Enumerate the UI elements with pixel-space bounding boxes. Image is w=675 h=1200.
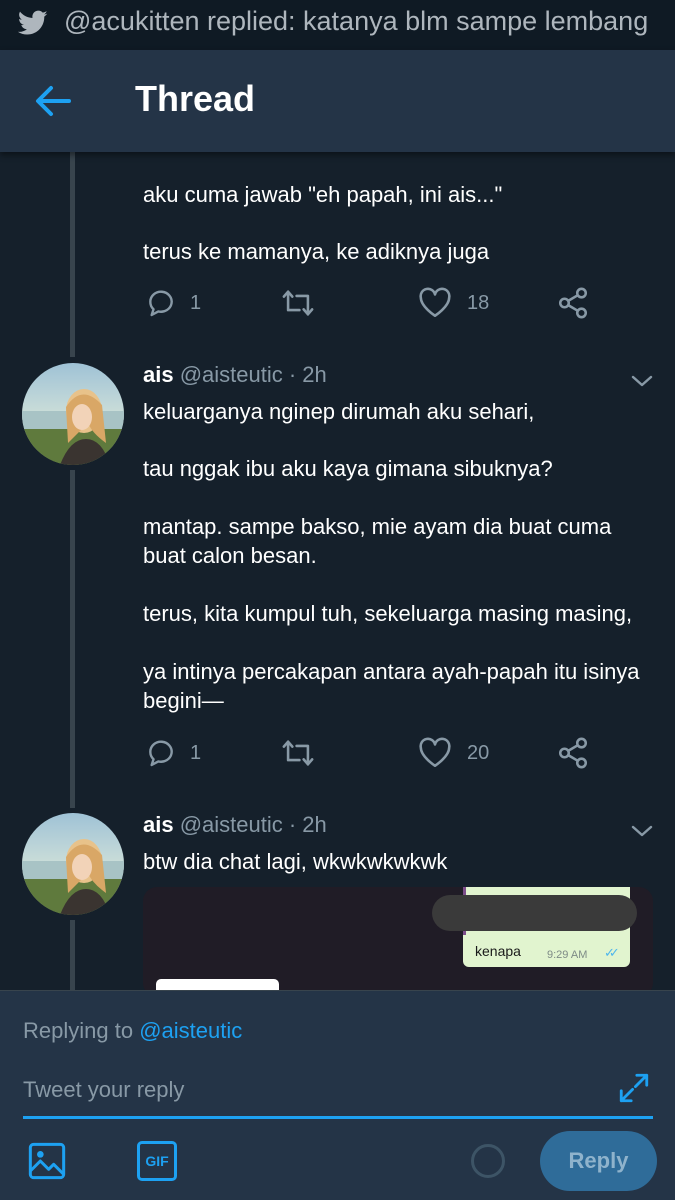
tweet-text: aku cuma jawab "eh papah, ini ais..." — [143, 182, 503, 207]
display-name[interactable]: ais — [143, 362, 174, 387]
thread-line — [70, 470, 75, 808]
image-icon[interactable] — [27, 1141, 67, 1181]
tweet-text: keluarganya nginep dirumah aku sehari, — [143, 399, 535, 424]
read-ticks-icon: ✓✓ — [604, 945, 620, 960]
notification-text: @acukitten replied: katanya blm sampe le… — [64, 6, 649, 36]
chat-message: kenapa — [475, 943, 521, 959]
avatar[interactable] — [22, 363, 124, 465]
redacted-text — [432, 895, 637, 931]
reply-icon[interactable] — [145, 287, 177, 319]
chevron-down-icon[interactable] — [630, 823, 654, 839]
reply-input[interactable] — [23, 1073, 583, 1107]
tweet-text: terus, kita kumpul tuh, sekeluarga masin… — [143, 601, 633, 626]
like-count: 20 — [467, 742, 490, 764]
handle-time[interactable]: @aisteutic · 2h — [180, 812, 327, 837]
tweet-meta: ais @aisteutic · 2h — [143, 362, 327, 388]
reply-icon[interactable] — [145, 737, 177, 769]
replying-handle[interactable]: @aisteutic — [139, 1018, 242, 1043]
status-bar: @acukitten replied: katanya blm sampe le… — [0, 0, 675, 50]
chevron-down-icon[interactable] — [630, 373, 654, 389]
character-count-ring — [471, 1144, 505, 1178]
input-underline — [23, 1116, 653, 1119]
chat-bubble: kenapa 9:29 AM ✓✓ — [432, 887, 637, 967]
tweet-text: tau nggak ibu aku kaya gimana sibuknya? — [143, 456, 553, 481]
tweet-media-image[interactable]: kenapa 9:29 AM ✓✓ — [143, 887, 653, 997]
tweet-meta: ais @aisteutic · 2h — [143, 812, 327, 838]
display-name[interactable]: ais — [143, 812, 174, 837]
reply-button[interactable]: Reply — [540, 1131, 657, 1191]
avatar[interactable] — [22, 813, 124, 915]
chat-time: 9:29 AM — [547, 949, 588, 961]
tweet-text: mantap. sampe bakso, mie ayam dia buat c… — [143, 514, 612, 539]
thread-line — [70, 920, 75, 990]
tweet-text: btw dia chat lagi, wkwkwkwkwk — [143, 849, 448, 874]
thread-header: Thread — [0, 50, 675, 152]
share-icon[interactable] — [556, 286, 590, 320]
expand-icon[interactable] — [617, 1071, 651, 1105]
like-icon[interactable] — [418, 737, 452, 769]
reply-count: 1 — [190, 742, 202, 764]
retweet-icon[interactable] — [280, 736, 316, 770]
retweet-icon[interactable] — [280, 286, 316, 320]
gif-button[interactable]: GIF — [137, 1141, 177, 1181]
page-title: Thread — [135, 78, 256, 119]
share-icon[interactable] — [556, 736, 590, 770]
twitter-bird-icon — [18, 10, 48, 35]
tweet-text: begini— — [143, 688, 224, 713]
replying-to: Replying to @aisteutic — [23, 1018, 242, 1044]
tweet-text: terus ke mamanya, ke adiknya juga — [143, 239, 490, 264]
gif-icon-label: GIF — [145, 1153, 169, 1169]
handle-time[interactable]: @aisteutic · 2h — [180, 362, 327, 387]
thread-line — [70, 152, 75, 357]
tweet-text: buat calon besan. — [143, 543, 317, 568]
replying-label: Replying to — [23, 1018, 134, 1043]
reply-count: 1 — [190, 292, 202, 314]
like-count: 18 — [467, 292, 490, 314]
tweet-text: ya intinya percakapan antara ayah-papah … — [143, 659, 640, 684]
like-icon[interactable] — [418, 287, 452, 319]
back-arrow-icon[interactable] — [33, 83, 73, 119]
